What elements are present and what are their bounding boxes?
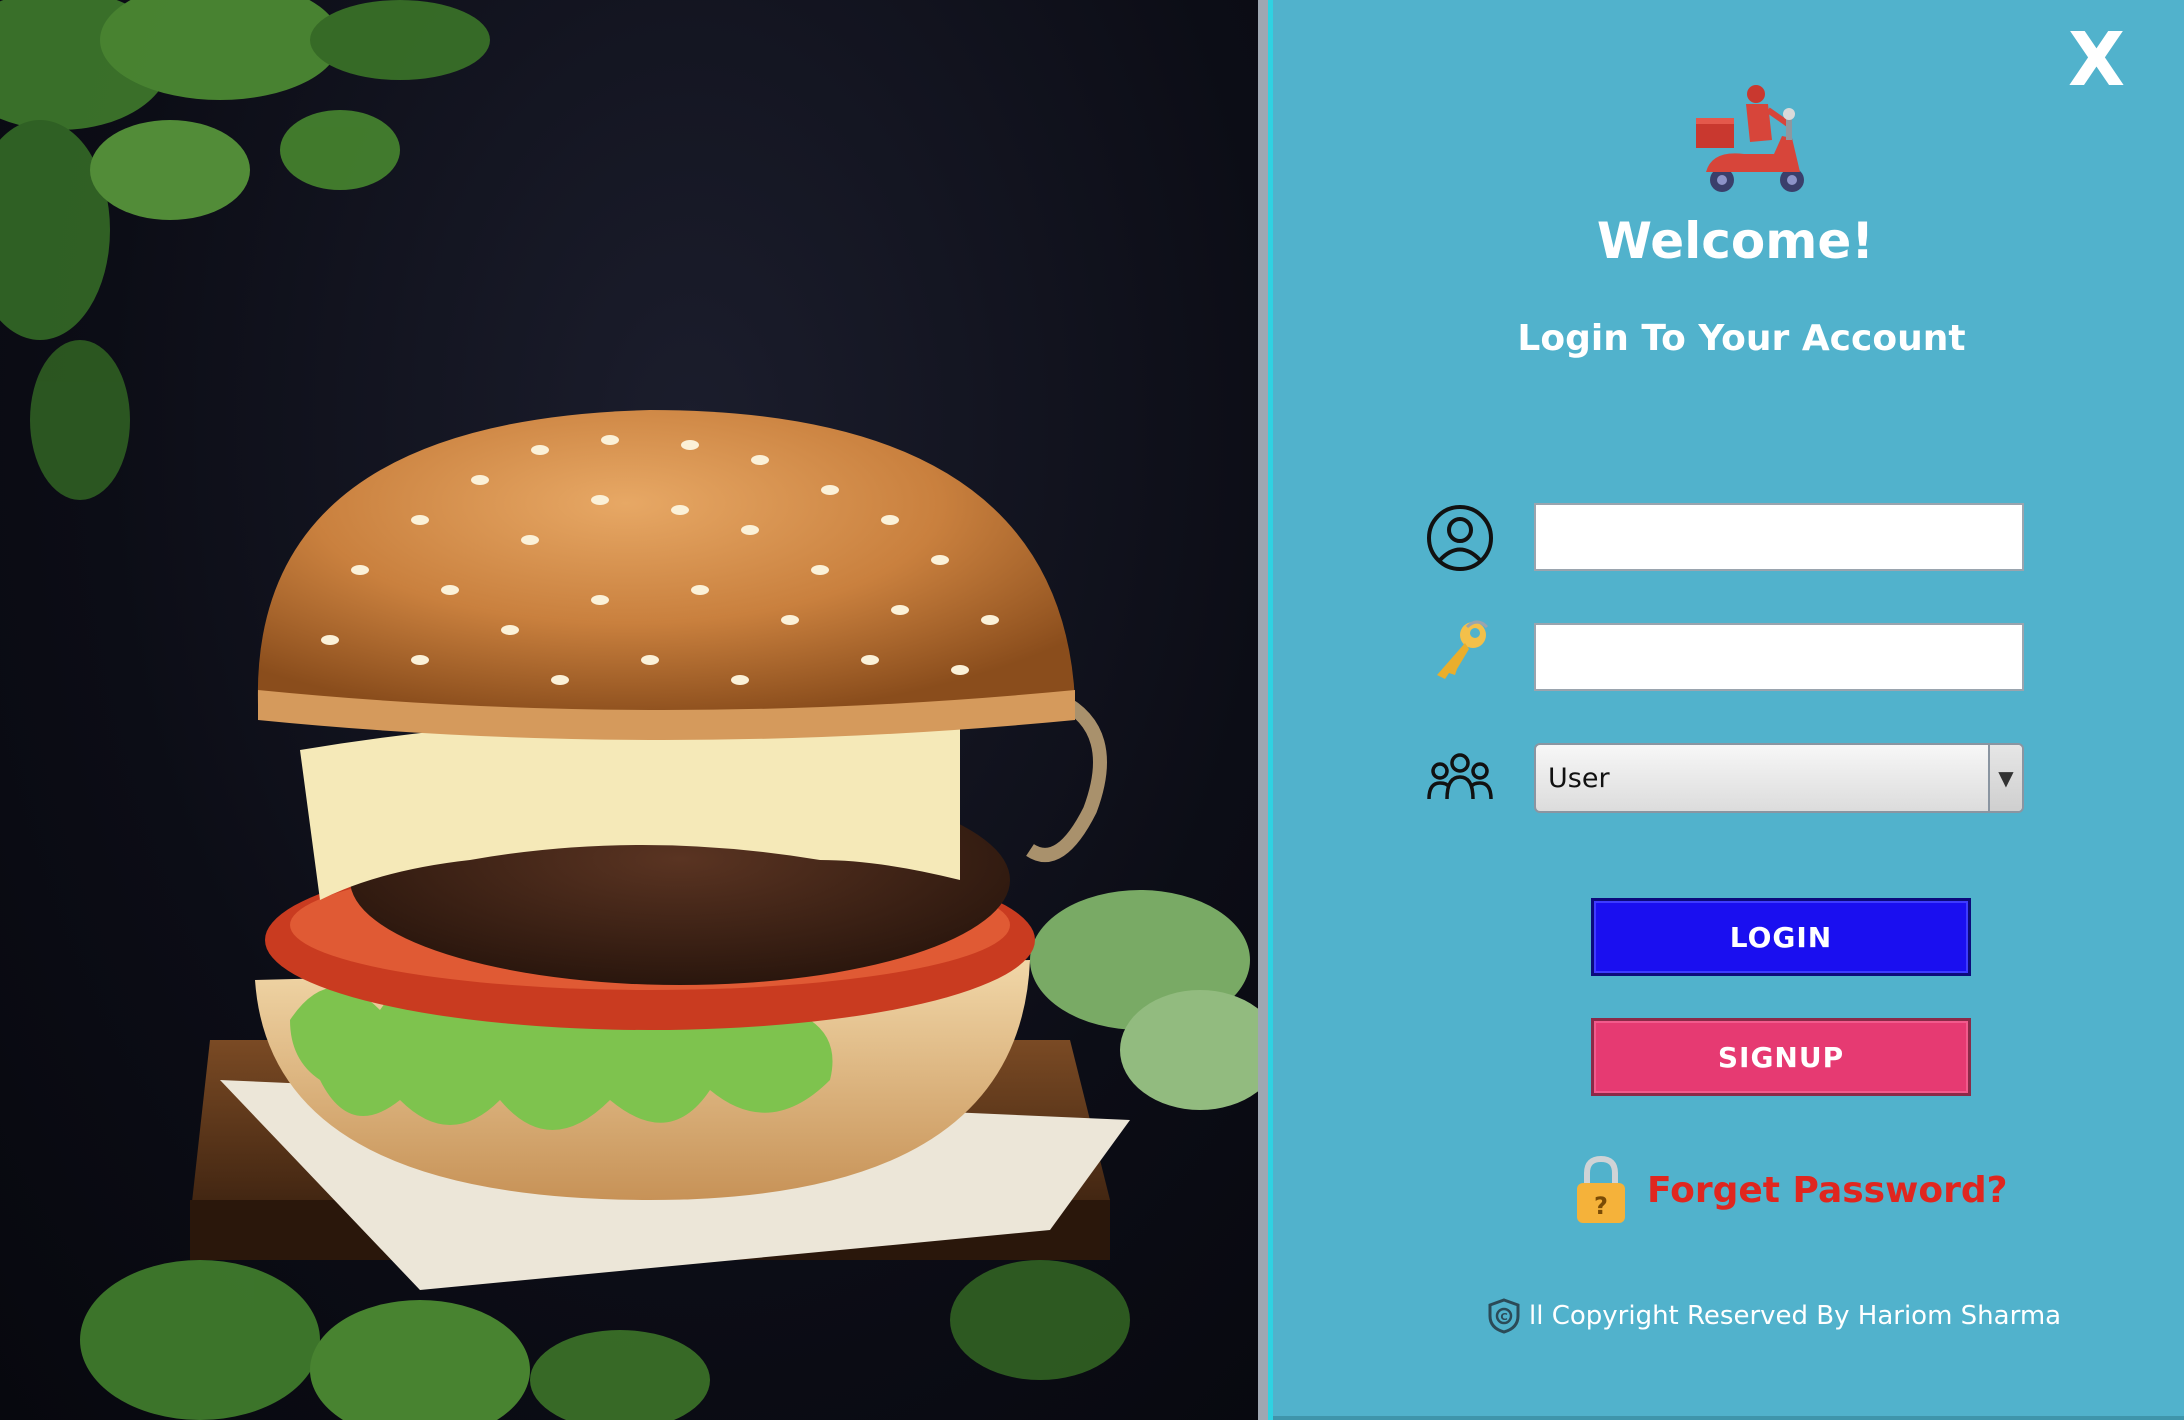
login-panel: X Welcome! Login To Your Account User ▼ …	[1273, 0, 2184, 1420]
password-input[interactable]	[1534, 623, 2024, 691]
burger-photo	[0, 0, 1258, 1420]
chevron-down-icon[interactable]: ▼	[1988, 745, 2022, 811]
close-button[interactable]: X	[2068, 23, 2125, 97]
role-select[interactable]: User ▼	[1534, 743, 2024, 813]
copyright-text: ll Copyright Reserved By Hariom Sharma	[1529, 1301, 2062, 1331]
forgot-password-link[interactable]: ? Forget Password?	[1573, 1150, 2008, 1230]
panel-bottom-border	[1273, 1416, 2184, 1420]
shield-copyright-icon: C	[1488, 1298, 1520, 1334]
delivery-scooter-icon	[1696, 85, 1804, 192]
burger-illustration	[0, 0, 1258, 1420]
username-input[interactable]	[1534, 503, 2024, 571]
padlock-question-icon: ?	[1577, 1155, 1625, 1223]
panel-divider	[1258, 0, 1268, 1420]
login-subtitle: Login To Your Account	[1517, 318, 1966, 359]
group-icon	[1427, 753, 1493, 800]
user-circle-icon	[1427, 505, 1493, 571]
login-button[interactable]: LOGIN	[1591, 898, 1971, 976]
signup-button[interactable]: SIGNUP	[1591, 1018, 1971, 1096]
svg-text:?: ?	[1594, 1192, 1608, 1220]
forgot-password-label: Forget Password?	[1647, 1169, 2008, 1211]
welcome-heading: Welcome!	[1596, 212, 1875, 270]
key-icon	[1437, 620, 1489, 679]
svg-text:C: C	[1500, 1312, 1507, 1323]
role-select-value: User	[1548, 763, 1610, 794]
copyright-footer: C ll Copyright Reserved By Hariom Sharma	[1487, 1298, 2061, 1334]
